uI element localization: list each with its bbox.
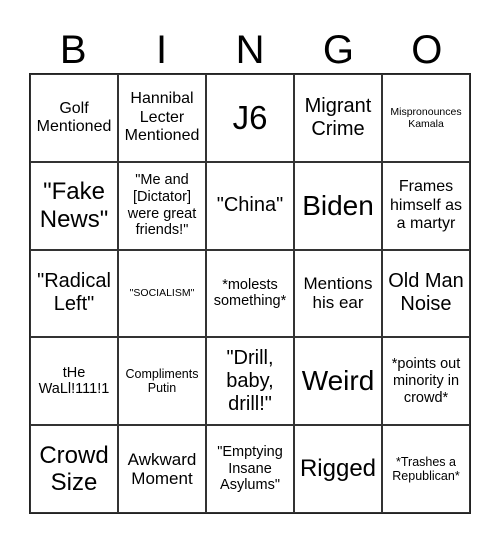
bingo-cell[interactable]: *molests something* (206, 249, 294, 338)
bingo-cell[interactable]: Old Man Noise (382, 249, 470, 338)
bingo-cell[interactable]: Hannibal Lecter Mentioned (118, 74, 206, 162)
header-letter-o: O (411, 28, 443, 72)
header-letter-n: N (235, 28, 265, 72)
bingo-card: Golf Mentioned Hannibal Lecter Mentioned… (29, 73, 471, 514)
bingo-cell[interactable]: Frames himself as a martyr (382, 161, 470, 250)
bingo-cell[interactable]: Rigged (294, 425, 382, 513)
bingo-cell[interactable]: *Trashes a Republican* (382, 425, 470, 513)
bingo-cell[interactable]: "Me and [Dictator] were great friends!" (118, 161, 206, 250)
header-letter-g: G (322, 28, 354, 72)
bingo-cell[interactable]: "Emptying Insane Asylums" (206, 425, 294, 513)
bingo-cell[interactable]: "Radical Left" (30, 249, 118, 338)
bingo-cell[interactable]: "Fake News" (30, 161, 118, 250)
header-letter-b: B (59, 28, 87, 72)
bingo-header: B I N G O (29, 26, 471, 74)
bingo-cell[interactable]: "Drill, baby, drill!" (206, 337, 294, 426)
bingo-cell[interactable]: "China" (206, 161, 294, 250)
bingo-cell[interactable]: Crowd Size (30, 425, 118, 513)
bingo-cell[interactable]: Mispronounces Kamala (382, 74, 470, 162)
bingo-cell[interactable]: tHe WaLl!111!1 (30, 337, 118, 426)
bingo-cell[interactable]: Golf Mentioned (30, 74, 118, 162)
bingo-cell[interactable]: Biden (294, 161, 382, 250)
bingo-cell[interactable]: "SOCIALISM" (118, 249, 206, 338)
header-letter-i: I (156, 28, 168, 72)
bingo-cell[interactable]: Migrant Crime (294, 74, 382, 162)
bingo-cell[interactable]: *points out minority in crowd* (382, 337, 470, 426)
bingo-cell[interactable]: J6 (206, 74, 294, 162)
bingo-cell[interactable]: Compliments Putin (118, 337, 206, 426)
bingo-cell[interactable]: Weird (294, 337, 382, 426)
bingo-cell[interactable]: Awkward Moment (118, 425, 206, 513)
bingo-cell[interactable]: Mentions his ear (294, 249, 382, 338)
